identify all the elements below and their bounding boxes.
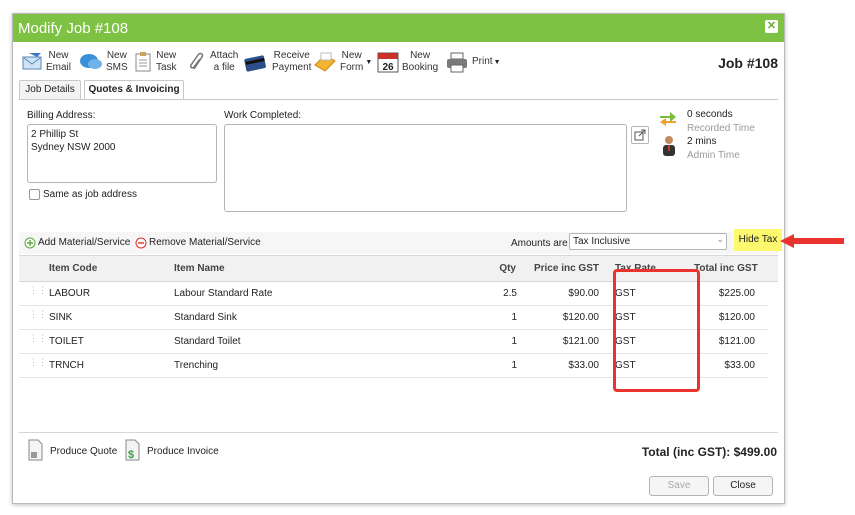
tab-quotes-invoicing[interactable]: Quotes & Invoicing (84, 80, 184, 100)
amounts-are-select[interactable]: Tax Inclusive ⌄ (569, 233, 727, 250)
paperclip-icon (190, 52, 204, 70)
admin-time-value: 2 mins (687, 136, 717, 147)
job-number-header: Job #108 (718, 55, 778, 71)
attach-file-button[interactable]: Attach a file (187, 47, 238, 77)
cell-price: $33.00 (568, 360, 599, 371)
cell-price: $90.00 (568, 288, 599, 299)
drag-handle-icon[interactable]: ⋮⋮ (29, 286, 47, 298)
new-form-label: New Form (340, 50, 364, 73)
billing-address-line1: 2 Phillip St (31, 129, 79, 140)
header-total[interactable]: Total inc GST (694, 263, 758, 274)
recorded-time-label: Recorded Time (687, 123, 755, 134)
work-completed-textarea[interactable] (224, 124, 627, 212)
amounts-are-value: Tax Inclusive (573, 236, 631, 247)
same-as-job-checkbox[interactable] (29, 189, 40, 200)
new-form-button[interactable]: New Form ▼ (313, 47, 372, 77)
footer-divider (19, 432, 778, 433)
quote-document-icon[interactable] (27, 439, 43, 461)
tab-divider (19, 99, 778, 100)
invoice-document-icon[interactable]: $ (124, 439, 140, 461)
red-arrow-annotation (780, 234, 844, 248)
work-completed-label: Work Completed: (224, 110, 302, 121)
header-item-code[interactable]: Item Code (49, 263, 97, 274)
add-material-link[interactable]: Add Material/Service (38, 237, 130, 248)
cell-qty: 1 (511, 360, 517, 371)
attach-file-label: Attach a file (210, 50, 239, 73)
recorded-time-value: 0 seconds (687, 109, 733, 120)
cell-item-name: Standard Sink (174, 312, 237, 323)
remove-circle-icon[interactable] (135, 237, 147, 249)
cell-price: $120.00 (562, 312, 599, 323)
cell-qty: 2.5 (503, 288, 517, 299)
drag-handle-icon[interactable]: ⋮⋮ (29, 310, 47, 322)
svg-text:$: $ (128, 449, 134, 461)
close-button[interactable]: Close (713, 476, 773, 496)
new-email-button[interactable]: New Email (21, 47, 71, 77)
tax-rate-highlight-box (613, 269, 700, 392)
cell-item-code: TOILET (49, 336, 84, 347)
chevron-down-icon: ⌄ (716, 234, 724, 244)
receive-payment-label: Receive Payment (272, 50, 312, 73)
header-item-name[interactable]: Item Name (174, 263, 225, 274)
person-icon (663, 136, 675, 156)
credit-card-icon (244, 55, 266, 72)
billing-address-label: Billing Address: (27, 110, 96, 121)
new-sms-label: New SMS (106, 50, 128, 73)
dialog-title: Modify Job #108 (18, 20, 129, 37)
new-booking-label: New Booking (402, 50, 439, 73)
expand-popout-icon[interactable] (631, 126, 649, 144)
cell-item-name: Labour Standard Rate (174, 288, 273, 299)
new-task-label: New Task (156, 50, 177, 73)
new-form-dropdown-icon: ▼ (365, 58, 373, 66)
new-sms-button[interactable]: New SMS (79, 47, 128, 77)
add-circle-icon[interactable] (24, 237, 36, 249)
print-label: Print (472, 56, 493, 67)
amounts-are-label: Amounts are (511, 238, 568, 249)
swap-arrows-icon (660, 112, 676, 126)
grand-total: Total (inc GST): $499.00 (641, 445, 777, 459)
materials-action-bar: Add Material/Service Remove Material/Ser… (19, 229, 782, 254)
cell-price: $121.00 (562, 336, 599, 347)
cell-item-code: TRNCH (49, 360, 84, 371)
billing-address-line2: Sydney NSW 2000 (31, 142, 116, 153)
cell-qty: 1 (511, 312, 517, 323)
hide-tax-button[interactable]: Hide Tax (734, 229, 782, 251)
cell-item-code: LABOUR (49, 288, 91, 299)
cell-qty: 1 (511, 336, 517, 347)
calendar-icon: 26 (377, 52, 399, 73)
header-price[interactable]: Price inc GST (519, 263, 599, 274)
admin-time-label: Admin Time (687, 150, 740, 161)
modify-job-dialog: Modify Job #108 ✕ New Email New SMS New … (12, 13, 785, 504)
billing-address-field[interactable]: 2 Phillip St Sydney NSW 2000 (27, 124, 217, 183)
cell-item-code: SINK (49, 312, 73, 323)
tab-job-details[interactable]: Job Details (19, 80, 81, 99)
print-button[interactable]: Print ▼ (445, 47, 501, 77)
produce-invoice-link[interactable]: Produce Invoice (147, 446, 219, 457)
header-qty[interactable]: Qty (474, 263, 516, 274)
drag-handle-icon[interactable]: ⋮⋮ (29, 358, 47, 370)
task-icon (135, 52, 151, 72)
receive-payment-button[interactable]: Receive Payment (243, 47, 311, 77)
new-email-label: New Email (46, 50, 72, 73)
calendar-day: 26 (382, 62, 394, 73)
sms-icon (80, 54, 102, 69)
toolbar: New Email New SMS New Task Attach a file (13, 45, 784, 79)
print-dropdown-icon: ▼ (493, 58, 501, 66)
form-icon (314, 52, 336, 72)
cell-item-name: Standard Toilet (174, 336, 241, 347)
same-as-job-label: Same as job address (43, 189, 137, 200)
title-bar: Modify Job #108 ✕ (13, 14, 784, 42)
drag-handle-icon[interactable]: ⋮⋮ (29, 334, 47, 346)
new-booking-button[interactable]: 26 New Booking (377, 47, 438, 77)
email-icon (22, 53, 42, 70)
close-icon[interactable]: ✕ (765, 20, 778, 33)
new-task-button[interactable]: New Task (133, 47, 177, 77)
save-button[interactable]: Save (649, 476, 709, 496)
cell-item-name: Trenching (174, 360, 219, 371)
remove-material-link[interactable]: Remove Material/Service (149, 237, 261, 248)
produce-quote-link[interactable]: Produce Quote (50, 446, 117, 457)
printer-icon (447, 52, 467, 73)
